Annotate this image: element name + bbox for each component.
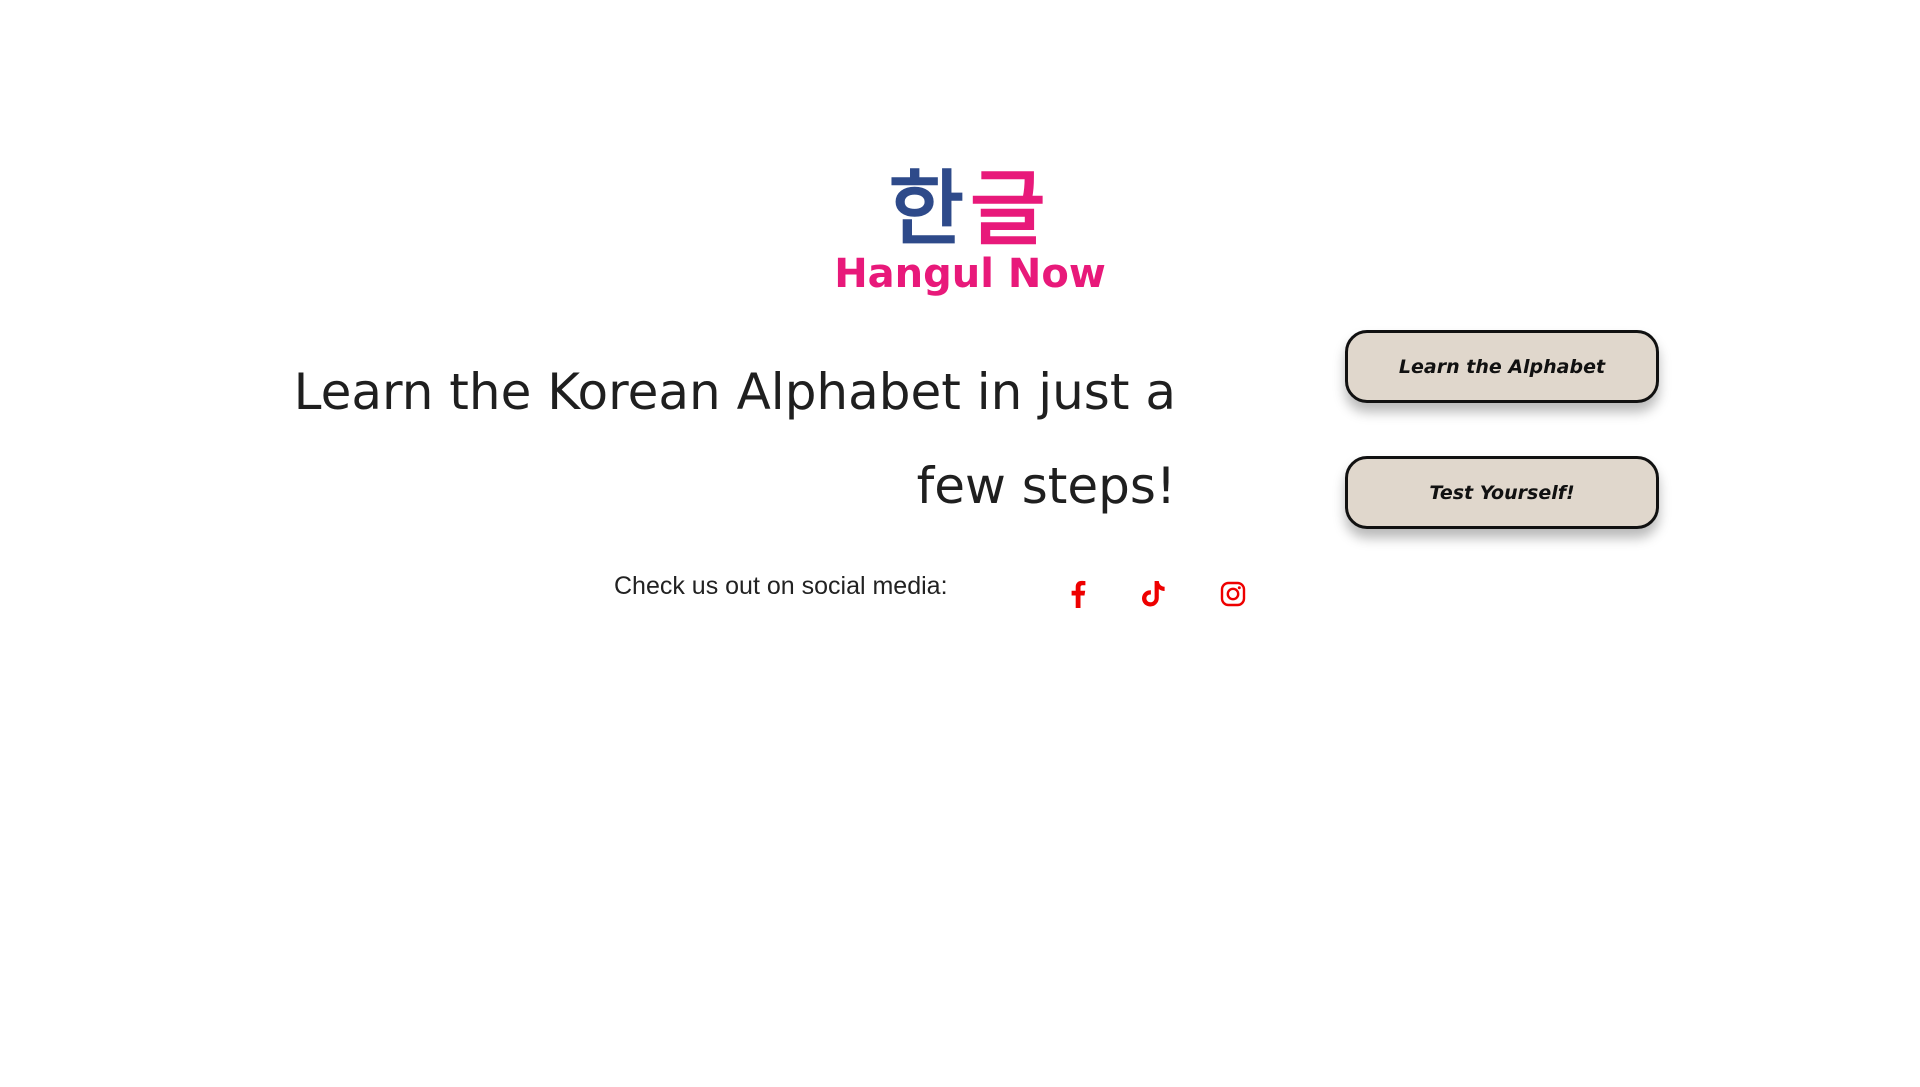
- facebook-glyph: [1071, 580, 1086, 608]
- facebook-icon[interactable]: [1064, 578, 1092, 610]
- instagram-icon[interactable]: [1219, 578, 1247, 610]
- social-media-label: Check us out on social media:: [614, 572, 948, 600]
- logo-korean-han: 한: [888, 162, 970, 257]
- logo-korean-geul: 글: [970, 162, 1052, 257]
- hero-headline: Learn the Korean Alphabet in just a few …: [293, 363, 1176, 515]
- instagram-glyph: [1220, 581, 1246, 607]
- logo-brand-name: Hangul Now: [834, 251, 1106, 297]
- test-yourself-button[interactable]: Test Yourself!: [1345, 456, 1659, 529]
- learn-alphabet-button[interactable]: Learn the Alphabet: [1345, 330, 1659, 403]
- site-logo: 한글 Hangul Now: [820, 165, 1120, 299]
- tiktok-glyph: [1142, 581, 1165, 607]
- tiktok-icon[interactable]: [1140, 578, 1168, 610]
- logo-hangul-mark: 한글: [820, 165, 1120, 255]
